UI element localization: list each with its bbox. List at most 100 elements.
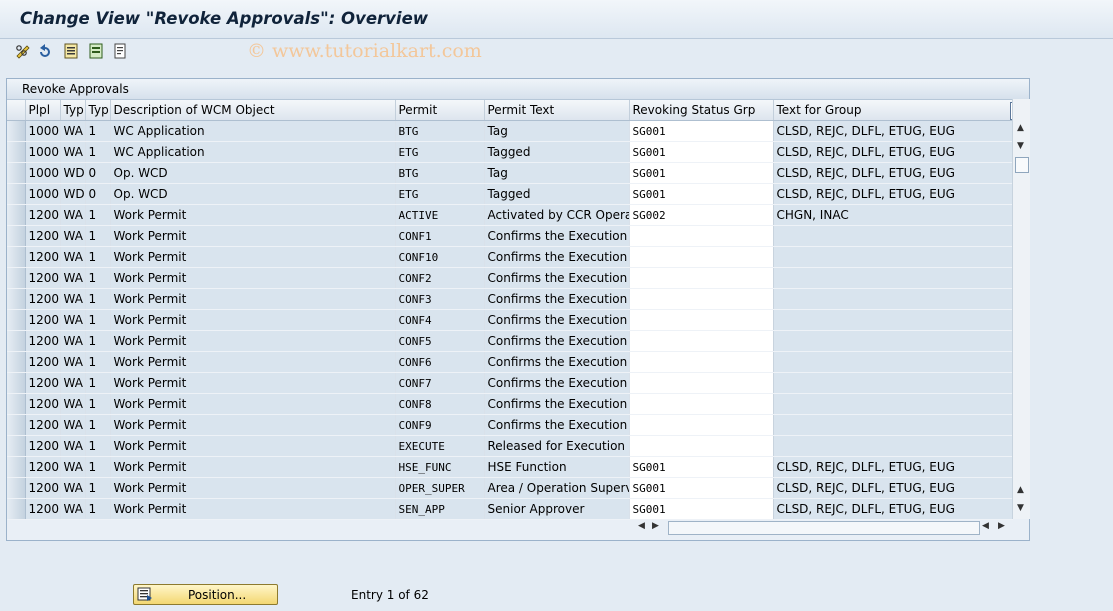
status-group-cell[interactable] <box>629 393 774 415</box>
row-selector[interactable] <box>7 120 26 142</box>
description-cell: Work Permit <box>110 288 396 310</box>
description-cell: Work Permit <box>110 351 396 373</box>
vertical-scrollbar[interactable]: ▲ ▼ ▲ ▼ <box>1012 99 1030 519</box>
table-row[interactable]: 1000 WA 1 WC Application ETG Tagged SG001 CLSD,… <box>7 141 1013 163</box>
status-group-cell[interactable] <box>629 414 774 436</box>
table-row[interactable]: 1200 WA 1 Work Permit CONF1 Confirms the Exec… <box>7 225 1013 247</box>
scroll-page-up-icon[interactable]: ▲ <box>1017 485 1024 495</box>
table-row[interactable]: 1200 WA 1 Work Permit EXECUTE Released for Ex… <box>7 435 1013 457</box>
row-selector[interactable] <box>7 435 26 457</box>
permit-text-cell: Confirms the Execution <box>484 225 630 247</box>
horizontal-scroll-thumb[interactable] <box>668 521 980 535</box>
status-group-cell[interactable]: SG001 <box>629 183 774 205</box>
status-group-cell[interactable] <box>629 288 774 310</box>
row-selector[interactable] <box>7 372 26 394</box>
column-header[interactable]: Typ <box>85 100 111 121</box>
column-header[interactable]: Typ <box>60 100 86 121</box>
scroll-down-icon[interactable]: ▼ <box>1017 141 1024 151</box>
row-selector[interactable] <box>7 141 26 163</box>
table-row[interactable]: 1200 WA 1 Work Permit SEN_APP Senior Approver… <box>7 498 1013 520</box>
horizontal-scrollbar[interactable]: ◀ ▶ ◀ ▶ <box>632 520 1012 536</box>
row-selector[interactable] <box>7 309 26 331</box>
column-header[interactable]: Text for Group <box>773 100 1013 121</box>
status-group-cell[interactable]: SG001 <box>629 477 774 499</box>
table-row[interactable]: 1200 WA 1 Work Permit CONF8 Confirms the Exec… <box>7 393 1013 415</box>
column-header[interactable]: Plpl <box>25 100 61 121</box>
status-group-cell[interactable]: SG002 <box>629 204 774 226</box>
scroll-up-icon[interactable]: ▲ <box>1017 123 1024 133</box>
position-button[interactable]: Position... <box>133 584 278 605</box>
table-row[interactable]: 1200 WA 1 Work Permit HSE_FUNC HSE Function SG… <box>7 456 1013 478</box>
permit-text-cell: Confirms the Execution <box>484 393 630 415</box>
page-title: Change View "Revoke Approvals": Overview <box>20 9 429 28</box>
table-row[interactable]: 1200 WA 1 Work Permit CONF3 Confirms the Exec… <box>7 288 1013 310</box>
row-selector[interactable] <box>7 351 26 373</box>
status-group-cell[interactable]: SG001 <box>629 120 774 142</box>
table-row[interactable]: 1000 WD 0 Op. WCD BTG Tag SG001 CLSD, REJC, DLF… <box>7 162 1013 184</box>
table-row[interactable]: 1200 WA 1 Work Permit ACTIVE Activated by CCR… <box>7 204 1013 226</box>
row-selector[interactable] <box>7 330 26 352</box>
column-header[interactable]: Description of WCM Object <box>110 100 396 121</box>
column-header[interactable]: Permit Text <box>484 100 630 121</box>
table-row[interactable]: 1200 WA 1 Work Permit CONF5 Confirms the Exec… <box>7 330 1013 352</box>
description-cell: WC Application <box>110 120 396 142</box>
row-selector[interactable] <box>7 246 26 268</box>
row-selector[interactable] <box>7 204 26 226</box>
status-group-cell[interactable] <box>629 372 774 394</box>
status-group-cell[interactable] <box>629 246 774 268</box>
column-header[interactable]: Permit <box>395 100 485 121</box>
glasses-edit-icon[interactable] <box>14 42 32 60</box>
status-group-cell[interactable] <box>629 225 774 247</box>
table-row[interactable]: 1200 WA 1 Work Permit OPER_SUPER Area / Opera… <box>7 477 1013 499</box>
permit-text-cell: Confirms the Execution <box>484 309 630 331</box>
table-row[interactable]: 1200 WA 1 Work Permit CONF2 Confirms the Exec… <box>7 267 1013 289</box>
vertical-scroll-thumb[interactable] <box>1015 157 1029 173</box>
row-selector[interactable] <box>7 267 26 289</box>
scroll-right-icon[interactable]: ▶ <box>652 521 659 531</box>
row-selector[interactable] <box>7 456 26 478</box>
select-all-header[interactable] <box>7 100 26 121</box>
scroll-page-down-icon[interactable]: ▼ <box>1017 503 1024 513</box>
group-text-cell <box>773 414 1013 436</box>
status-group-cell[interactable] <box>629 330 774 352</box>
scroll-far-right-icon[interactable]: ▶ <box>998 521 1005 531</box>
status-group-cell[interactable]: SG001 <box>629 498 774 520</box>
row-selector[interactable] <box>7 162 26 184</box>
table-row[interactable]: 1200 WA 1 Work Permit CONF4 Confirms the Exec… <box>7 309 1013 331</box>
scroll-left-icon[interactable]: ◀ <box>638 521 645 531</box>
row-selector[interactable] <box>7 498 26 520</box>
row-selector[interactable] <box>7 288 26 310</box>
status-group-cell[interactable] <box>629 267 774 289</box>
status-group-cell[interactable]: SG001 <box>629 162 774 184</box>
row-selector[interactable] <box>7 183 26 205</box>
status-group-cell[interactable]: SG001 <box>629 141 774 163</box>
details-icon[interactable] <box>111 42 129 60</box>
status-group-cell[interactable] <box>629 435 774 457</box>
table-row[interactable]: 1200 WA 1 Work Permit CONF7 Confirms the Exec… <box>7 372 1013 394</box>
column-header[interactable]: Revoking Status Grp <box>629 100 774 121</box>
table-row[interactable]: 1200 WA 1 Work Permit CONF6 Confirms the Exec… <box>7 351 1013 373</box>
row-selector[interactable] <box>7 393 26 415</box>
table-row[interactable]: 1200 WA 1 Work Permit CONF9 Confirms the Exec… <box>7 414 1013 436</box>
status-group-cell[interactable] <box>629 351 774 373</box>
save-icon[interactable] <box>62 42 80 60</box>
description-cell: Work Permit <box>110 456 396 478</box>
revoke-approvals-panel: Revoke Approvals Plpl Typ Typ Descriptio… <box>6 78 1030 541</box>
permit-text-cell: Confirms the Execution <box>484 351 630 373</box>
type2-cell: 1 <box>85 267 111 289</box>
undo-icon[interactable] <box>36 42 54 60</box>
row-selector[interactable] <box>7 477 26 499</box>
table-row[interactable]: 1000 WD 0 Op. WCD ETG Tagged SG001 CLSD, REJC, … <box>7 183 1013 205</box>
panel-header: Revoke Approvals <box>7 79 1029 100</box>
table-row[interactable]: 1200 WA 1 Work Permit CONF10 Confirms the Exe… <box>7 246 1013 268</box>
table-row[interactable]: 1000 WA 1 WC Application BTG Tag SG001 CLSD, RE… <box>7 120 1013 142</box>
status-group-cell[interactable] <box>629 309 774 331</box>
type-cell: WA <box>60 246 86 268</box>
scroll-far-left-icon[interactable]: ◀ <box>982 521 989 531</box>
row-selector[interactable] <box>7 414 26 436</box>
select-all-icon[interactable] <box>87 42 105 60</box>
row-selector[interactable] <box>7 225 26 247</box>
status-group-cell[interactable]: SG001 <box>629 456 774 478</box>
permit-text-cell: Confirms the Execution <box>484 414 630 436</box>
group-text-cell <box>773 393 1013 415</box>
